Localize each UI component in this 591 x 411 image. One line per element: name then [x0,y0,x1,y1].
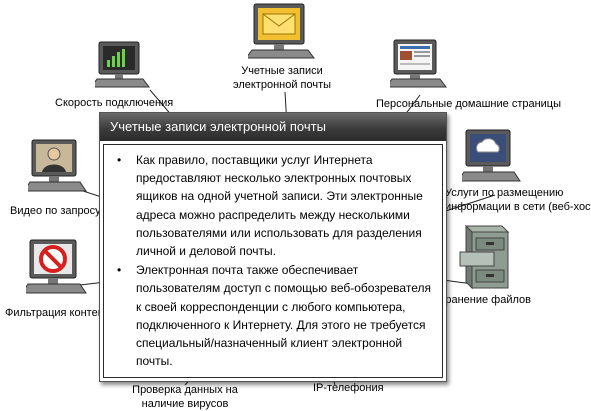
ip-node-label: IP-телефония [313,382,384,394]
popup-bullet-list: • Как правило, поставщики услуг Интернета… [104,145,442,370]
speed-node-label: Скорость подключения [55,97,174,109]
popup-body: • Как правило, поставщики услуг Интернета… [103,144,443,378]
popup-bullet-text: Как правило, поставщики услуг Интернета … [136,153,423,259]
info-popup: Учетные записи электронной почты • Как пр… [99,112,447,382]
homepage-computer-icon[interactable] [390,38,450,90]
video-computer-icon[interactable] [28,138,90,194]
popup-bullet-item: • Электронная почта также обеспечивает по… [117,263,431,369]
speed-computer-icon[interactable] [95,40,155,90]
video-node-label: Видео по запросу [10,205,101,217]
storage-node-label: Хранение файлов [438,294,531,306]
email-computer-icon[interactable] [248,2,318,62]
hosting-computer-icon[interactable] [462,128,524,184]
hosting-node-label: Услуги по размещению информации в сети (… [445,187,591,213]
popup-bullet-text: Электронная почта также обеспечивает пол… [136,263,431,369]
popup-bullet-item: • Как правило, поставщики услуг Интернета… [117,153,423,259]
homepage-node-label: Персональные домашние страницы [376,98,562,110]
file-cabinet-icon[interactable] [456,222,514,290]
email-node-label: Учетные записи электронной почты [232,65,332,91]
filter-computer-icon[interactable] [26,238,90,296]
virus-node-label: Проверка данных на наличие вирусов [132,384,238,410]
popup-title: Учетные записи электронной почты [100,113,446,141]
